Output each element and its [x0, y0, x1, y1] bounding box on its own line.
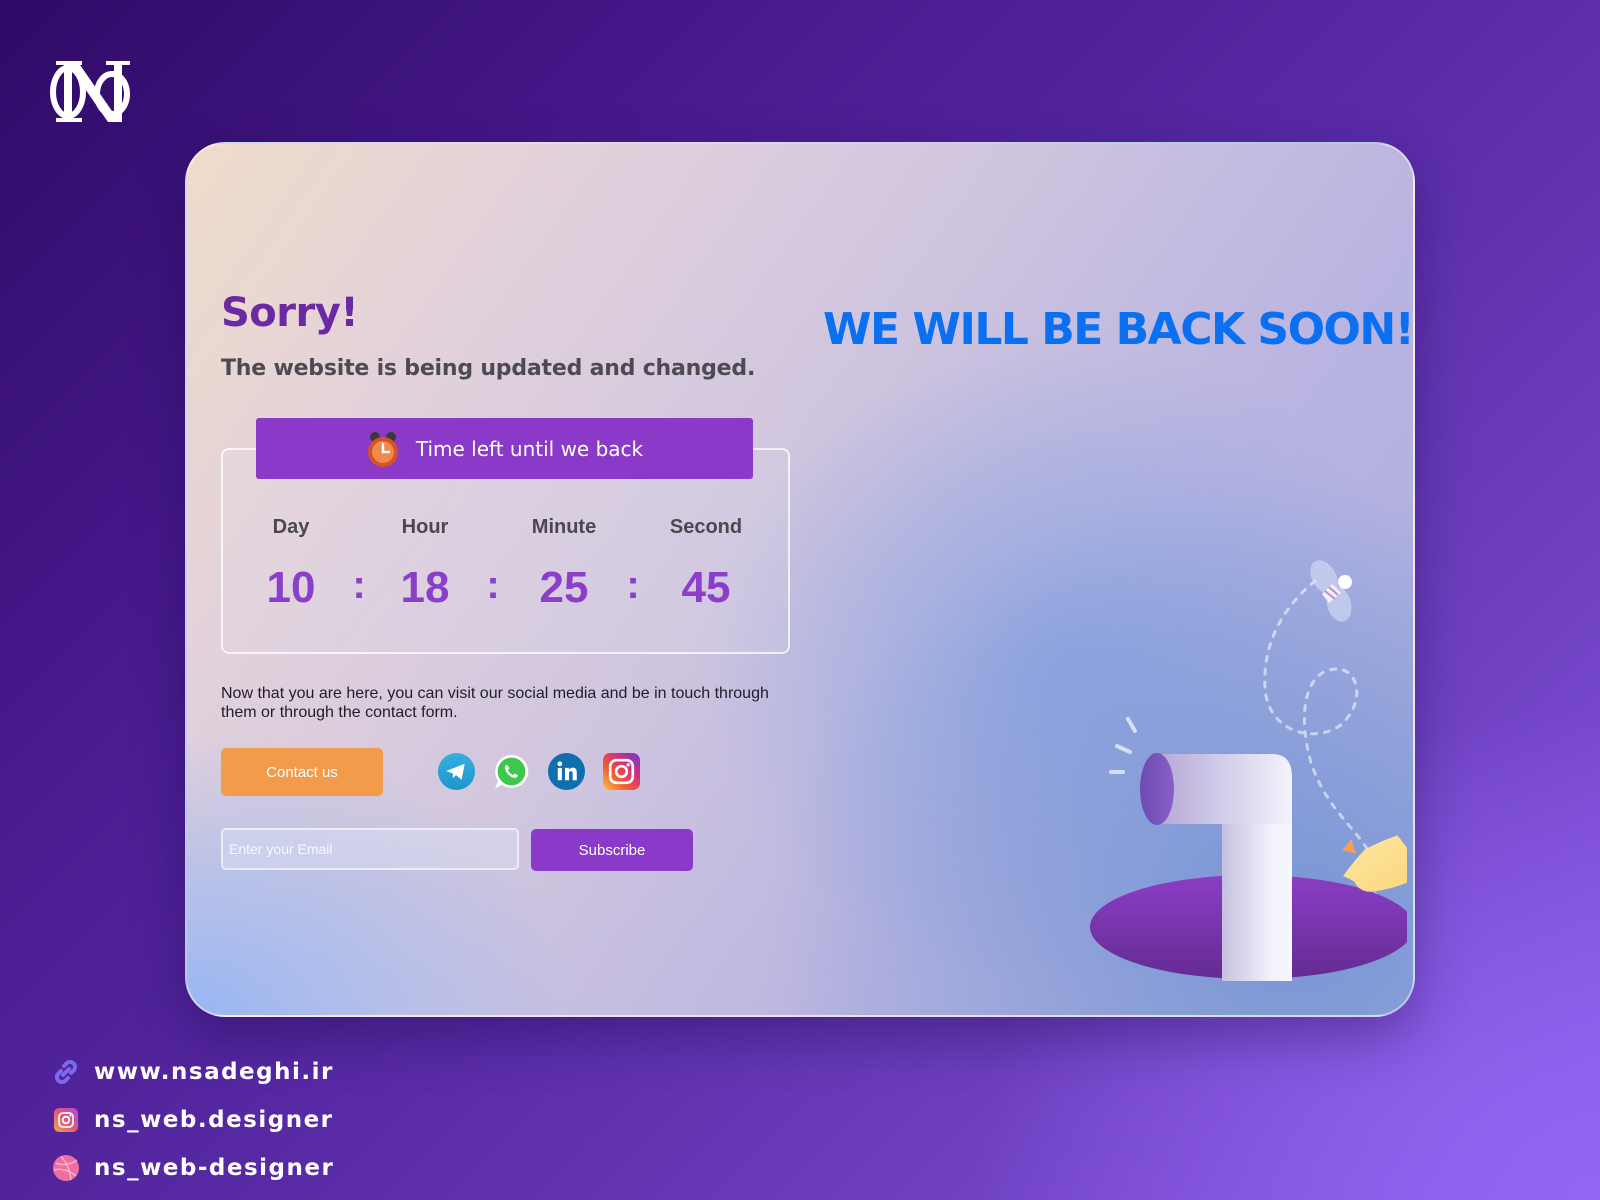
second-label: Second — [669, 516, 743, 538]
brand-logo — [50, 61, 130, 122]
instagram-icon — [54, 1108, 78, 1132]
day-value: 10 — [266, 563, 316, 612]
footer-links: www.nsadeghi.ir ns_web.designer ns_web-d… — [52, 1048, 334, 1192]
countdown-banner: Time left until we back — [256, 418, 753, 479]
maintenance-card: Sorry! The website is being updated and … — [185, 142, 1415, 1017]
periscope-illustration — [1090, 560, 1407, 981]
website-link[interactable]: www.nsadeghi.ir — [94, 1059, 334, 1085]
countdown-units: Day Hour Minute Second 10 : 18 : 25 : 45 — [221, 516, 790, 636]
day-label: Day — [272, 516, 310, 538]
linkedin-icon[interactable] — [548, 753, 585, 790]
minute-label: Minute — [531, 516, 597, 538]
page-title: Sorry! — [221, 290, 359, 336]
social-links — [438, 753, 640, 790]
alarm-clock-icon — [367, 431, 398, 467]
separator: : — [486, 563, 500, 607]
footer-item-dribbble[interactable]: ns_web-designer — [52, 1144, 334, 1192]
instagram-icon[interactable] — [603, 753, 640, 790]
footer-item-instagram[interactable]: ns_web.designer — [52, 1096, 334, 1144]
telegram-icon[interactable] — [438, 753, 475, 790]
separator: : — [626, 563, 640, 607]
sound-lines — [1109, 717, 1137, 774]
link-icon — [55, 1060, 77, 1084]
separator: : — [352, 563, 366, 607]
contact-us-button[interactable]: Contact us — [221, 748, 383, 796]
back-soon-headline: WE WILL BE BACK SOON! — [823, 304, 1414, 355]
email-input[interactable] — [221, 828, 519, 870]
subscribe-button[interactable]: Subscribe — [531, 829, 693, 871]
second-value: 45 — [681, 563, 731, 612]
social-message: Now that you are here, you can visit our… — [221, 685, 769, 721]
dribbble-handle[interactable]: ns_web-designer — [94, 1155, 334, 1181]
instagram-handle[interactable]: ns_web.designer — [94, 1107, 334, 1133]
hour-value: 18 — [400, 563, 450, 612]
footer-item-website[interactable]: www.nsadeghi.ir — [52, 1048, 334, 1096]
dribbble-icon — [53, 1155, 79, 1181]
whatsapp-icon[interactable] — [493, 753, 530, 790]
minute-value: 25 — [539, 563, 589, 612]
bee-icon — [1310, 560, 1352, 622]
countdown-banner-label: Time left until we back — [415, 436, 644, 461]
hour-label: Hour — [401, 516, 449, 538]
page-subtitle: The website is being updated and changed… — [221, 356, 756, 381]
